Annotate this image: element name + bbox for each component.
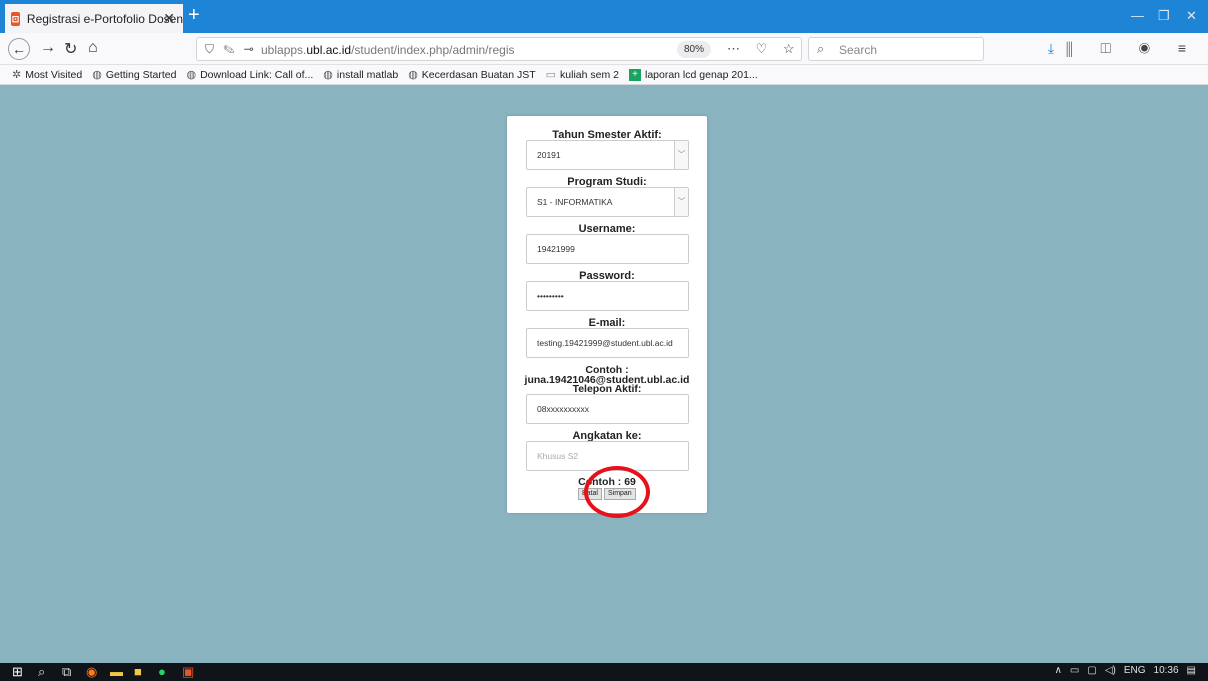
- folder-icon: ▭: [545, 69, 557, 81]
- back-arrow-icon[interactable]: ←: [8, 38, 30, 60]
- network-icon[interactable]: ▢: [1087, 665, 1096, 676]
- bookmark-kecerdasan-buatan[interactable]: ◍ Kecerdasan Buatan JST: [408, 68, 535, 82]
- search-bar[interactable]: ⌕ Search: [808, 37, 984, 61]
- highlight-circle: [584, 466, 650, 518]
- page-content: Tahun Smester Aktif: 20191 ﹀ Program Stu…: [0, 86, 1208, 663]
- url-bar[interactable]: ⛉ ✎ ⊸ ublapps.ubl.ac.id/student/index.ph…: [196, 37, 802, 61]
- window-close-icon[interactable]: ✕: [1186, 8, 1197, 24]
- globe-icon: ◍: [92, 69, 102, 81]
- search-placeholder: Search: [839, 43, 878, 57]
- registration-form: Tahun Smester Aktif: 20191 ﹀ Program Stu…: [507, 116, 707, 513]
- browser-titlebar: ⊡ Registrasi e-Portofolio Dosen ✕ + — ❐ …: [0, 0, 1208, 33]
- battery-icon[interactable]: ▭: [1070, 665, 1079, 676]
- sticky-notes-icon[interactable]: ■: [134, 664, 142, 680]
- zoom-level[interactable]: 80%: [677, 41, 711, 58]
- clock[interactable]: 10:36: [1154, 665, 1179, 676]
- windows-taskbar: ⊞ ⌕ ⧉ ◉ ▬ ■ ● ▣ ∧ ▭ ▢ ◁) ENG 10:36 ▤: [0, 663, 1208, 681]
- search-icon: ⌕: [817, 41, 825, 56]
- password-input[interactable]: •••••••••: [526, 281, 689, 311]
- bookmark-laporan-lcd[interactable]: + laporan lcd genap 201...: [628, 68, 758, 81]
- windows-start-icon[interactable]: ⊞: [12, 664, 23, 680]
- chevron-down-icon: ﹀: [674, 188, 688, 216]
- language-indicator[interactable]: ENG: [1124, 665, 1146, 676]
- minimize-icon[interactable]: —: [1131, 8, 1144, 23]
- chevron-up-icon[interactable]: ∧: [1055, 665, 1062, 676]
- browser-tab[interactable]: ⊡ Registrasi e-Portofolio Dosen ✕: [5, 4, 183, 33]
- globe-icon: ◍: [408, 69, 418, 81]
- bookmark-most-visited[interactable]: ✲ Most Visited: [12, 68, 82, 82]
- email-input[interactable]: testing.19421999@student.ubl.ac.id: [526, 328, 689, 358]
- download-icon: ⤓: [1047, 40, 1067, 56]
- file-explorer-icon[interactable]: ▬: [110, 664, 123, 680]
- tracking-shield-icon[interactable]: ⛉ ✎ ⊸: [205, 42, 257, 57]
- sheet-icon: +: [628, 68, 641, 81]
- reload-icon[interactable]: ↻: [64, 39, 77, 59]
- bookmark-getting-started[interactable]: ◍ Getting Started: [92, 68, 176, 82]
- site-favicon-icon: ⊡: [11, 11, 20, 26]
- semester-value: 20191: [537, 150, 561, 160]
- search-icon[interactable]: ⌕: [38, 664, 45, 680]
- bookmark-download-link[interactable]: ◍ Download Link: Call of...: [186, 68, 313, 82]
- forward-arrow-icon[interactable]: →: [40, 39, 56, 57]
- whatsapp-icon[interactable]: ●: [158, 664, 166, 680]
- globe-icon: ◍: [323, 69, 333, 81]
- phone-input[interactable]: 08xxxxxxxxxx: [526, 394, 689, 424]
- notification-icon[interactable]: ▤: [1187, 665, 1196, 676]
- prodi-value: S1 - INFORMATIKA: [537, 197, 613, 207]
- toolbar-icons[interactable]: ⤓⫼ ◫ ◉ ≡: [1048, 40, 1198, 57]
- username-input[interactable]: 19421999: [526, 234, 689, 264]
- semester-select[interactable]: 20191 ﹀: [526, 140, 689, 170]
- home-icon[interactable]: ⌂: [88, 39, 98, 57]
- volume-icon[interactable]: ◁): [1105, 665, 1116, 676]
- close-tab-icon[interactable]: ✕: [163, 10, 175, 27]
- gear-icon: ✲: [12, 69, 22, 81]
- app-icon[interactable]: ▣: [182, 664, 194, 680]
- task-view-icon[interactable]: ⧉: [62, 664, 71, 680]
- globe-icon: ◍: [186, 69, 197, 81]
- bookmark-kuliah-sem-2[interactable]: ▭ kuliah sem 2: [545, 68, 619, 82]
- new-tab-button[interactable]: +: [188, 5, 200, 25]
- firefox-icon[interactable]: ◉: [86, 664, 97, 680]
- restore-icon[interactable]: ❐: [1158, 8, 1170, 24]
- chevron-down-icon: ﹀: [674, 141, 688, 169]
- prodi-select[interactable]: S1 - INFORMATIKA ﹀: [526, 187, 689, 217]
- page-actions-icon[interactable]: ⋯ ♡ ☆: [727, 41, 801, 57]
- system-tray: ∧ ▭ ▢ ◁) ENG 10:36 ▤: [1055, 665, 1196, 676]
- bookmarks-bar: ✲ Most Visited ◍ Getting Started ◍ Download…: [0, 65, 1208, 85]
- url-text[interactable]: ublapps.ubl.ac.id/student/index.php/admi…: [261, 43, 515, 57]
- navigation-bar: ← → ↻ ⌂ ⛉ ✎ ⊸ ublapps.ubl.ac.id/student/…: [0, 33, 1208, 65]
- bookmark-install-matlab[interactable]: ◍ install matlab: [323, 68, 398, 82]
- tab-title: Registrasi e-Portofolio Dosen: [26, 11, 183, 26]
